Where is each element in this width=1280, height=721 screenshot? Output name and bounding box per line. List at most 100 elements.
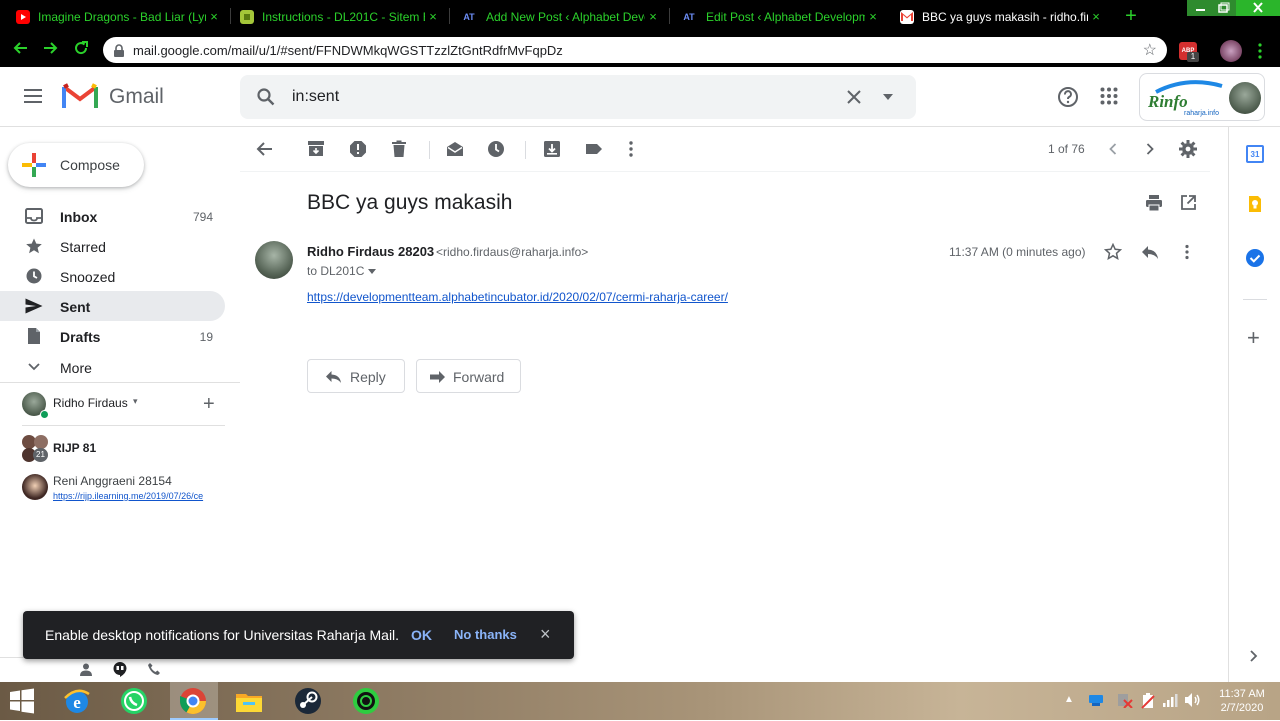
reply-icon[interactable] xyxy=(1141,244,1159,260)
search-bar[interactable] xyxy=(240,75,916,119)
tray-warning-icon[interactable] xyxy=(1117,693,1133,708)
sender-name[interactable]: Ridho Firdaus 28203 xyxy=(307,244,434,259)
toolbar-separator xyxy=(525,141,526,159)
forward-button[interactable] xyxy=(40,39,62,61)
whatsapp-icon[interactable] xyxy=(119,686,149,716)
new-tab-button[interactable]: + xyxy=(1120,4,1142,28)
sidebar-item-sent[interactable]: Sent xyxy=(0,291,225,321)
bookmark-star-icon[interactable]: ☆ xyxy=(1143,40,1157,60)
sidebar-item-inbox[interactable]: Inbox 794 xyxy=(0,201,225,231)
browser-tab-edit-post[interactable]: AT Edit Post ‹ Alphabet Developme × xyxy=(664,0,889,33)
sidebar-item-starred[interactable]: Starred xyxy=(0,231,225,261)
line-app-icon[interactable] xyxy=(351,686,381,716)
calendar-icon[interactable]: 31 xyxy=(1246,145,1264,163)
browser-tab-gmail[interactable]: BBC ya guys makasih - ridho.fir × xyxy=(884,0,1112,33)
tab-close-icon[interactable]: × xyxy=(1088,9,1104,24)
avatar xyxy=(34,435,48,449)
move-to-icon[interactable] xyxy=(542,139,562,159)
search-icon[interactable] xyxy=(257,88,275,106)
email-body-link[interactable]: https://developmentteam.alphabetincubato… xyxy=(307,290,728,304)
sidebar-item-snoozed[interactable]: Snoozed xyxy=(0,261,225,291)
open-in-new-window-icon[interactable] xyxy=(1180,194,1197,211)
tasks-icon[interactable] xyxy=(1245,248,1265,268)
status-caret-icon[interactable]: ▾ xyxy=(133,396,138,407)
reload-button[interactable] xyxy=(70,39,92,61)
expand-panel-chevron-icon[interactable] xyxy=(1249,649,1259,663)
back-to-sent-icon[interactable] xyxy=(255,139,275,159)
steam-icon[interactable] xyxy=(293,686,323,716)
close-snackbar-icon[interactable]: × xyxy=(540,624,551,645)
browser-tab-add-post[interactable]: AT Add New Post ‹ Alphabet Develo × xyxy=(444,0,669,33)
trash-icon[interactable] xyxy=(389,139,409,159)
browser-tab-youtube[interactable]: Imagine Dragons - Bad Liar (Lyr × xyxy=(0,0,230,33)
search-input[interactable] xyxy=(292,86,812,108)
internet-explorer-icon[interactable]: e xyxy=(62,686,92,716)
tab-close-icon[interactable]: × xyxy=(645,9,661,24)
archive-icon[interactable] xyxy=(306,139,326,159)
windows-start-icon[interactable] xyxy=(9,688,35,714)
contact-snippet-link[interactable]: https://rijp.ilearning.me/2019/07/26/ce xyxy=(53,491,225,501)
chevron-left-icon[interactable] xyxy=(1103,139,1123,159)
clear-search-icon[interactable] xyxy=(846,89,862,105)
gmail-logo-icon[interactable] xyxy=(62,83,98,110)
show-details-caret-icon[interactable] xyxy=(368,269,376,274)
hangouts-contact[interactable]: Reni Anggraeni 28154 https://rijp.ilearn… xyxy=(0,471,240,507)
account-switcher[interactable]: Rinfo raharja.info xyxy=(1139,73,1265,121)
mark-unread-icon[interactable] xyxy=(445,139,465,159)
print-icon[interactable] xyxy=(1145,194,1163,212)
phone-icon[interactable] xyxy=(147,662,161,676)
get-addons-plus-icon[interactable]: + xyxy=(1247,327,1260,349)
profile-avatar[interactable] xyxy=(1220,40,1242,62)
sidebar-item-drafts[interactable]: Drafts 19 xyxy=(0,321,225,351)
tab-close-icon[interactable]: × xyxy=(865,9,881,24)
help-icon[interactable] xyxy=(1057,86,1079,108)
search-options-icon[interactable] xyxy=(883,94,893,100)
address-bar[interactable]: mail.google.com/mail/u/1/#sent/FFNDWMkqW… xyxy=(103,37,1167,63)
star-message-icon[interactable] xyxy=(1104,243,1122,261)
taskbar-clock[interactable]: 11:37 AM 2/7/2020 xyxy=(1210,687,1274,715)
hangouts-icon[interactable] xyxy=(112,661,128,678)
new-conversation-icon[interactable]: + xyxy=(203,393,215,416)
svg-text:e: e xyxy=(73,693,81,712)
sidebar-item-more[interactable]: More xyxy=(0,352,225,382)
tab-close-icon[interactable]: × xyxy=(425,9,441,24)
forward-button[interactable]: Forward xyxy=(416,359,521,393)
back-button[interactable] xyxy=(9,39,31,61)
settings-gear-icon[interactable] xyxy=(1178,139,1198,159)
reply-button[interactable]: Reply xyxy=(307,359,405,393)
label-icon[interactable] xyxy=(584,139,604,159)
more-actions-icon[interactable] xyxy=(621,139,641,159)
browser-menu-icon[interactable] xyxy=(1258,43,1262,59)
no-thanks-button[interactable]: No thanks xyxy=(454,627,517,642)
main-menu-icon[interactable] xyxy=(24,89,42,103)
file-explorer-icon[interactable] xyxy=(234,686,264,716)
person-icon[interactable] xyxy=(80,663,92,676)
enable-notifications-button[interactable]: OK xyxy=(411,627,432,643)
youtube-icon xyxy=(16,9,30,24)
avatar xyxy=(22,474,48,500)
tray-volume-icon[interactable] xyxy=(1184,692,1201,708)
message-more-icon[interactable] xyxy=(1184,244,1190,260)
tab-close-icon[interactable]: × xyxy=(206,9,222,24)
show-hidden-icons-icon[interactable]: ▲ xyxy=(1064,694,1074,705)
contact-name: RIJP 81 xyxy=(53,441,97,455)
account-logo-subtext: raharja.info xyxy=(1184,110,1220,117)
sender-avatar[interactable] xyxy=(255,241,293,279)
hangouts-contact[interactable]: 21 RIJP 81 xyxy=(0,433,240,463)
tray-network-adapter-icon[interactable] xyxy=(1088,693,1104,707)
taskbar-active-chrome[interactable] xyxy=(170,682,218,720)
browser-tab-instructions[interactable]: Instructions - DL201C - Sitem Ba × xyxy=(224,0,449,33)
tab-title: Edit Post ‹ Alphabet Developme xyxy=(706,9,865,24)
snooze-icon[interactable] xyxy=(486,139,506,159)
report-spam-icon[interactable] xyxy=(348,139,368,159)
account-avatar[interactable] xyxy=(1229,82,1261,114)
tray-signal-icon[interactable] xyxy=(1162,692,1178,708)
tray-battery-icon[interactable] xyxy=(1140,692,1156,709)
keep-icon[interactable] xyxy=(1246,195,1264,213)
compose-button[interactable]: Compose xyxy=(8,143,144,187)
window-close-button[interactable] xyxy=(1236,0,1280,16)
restore-button[interactable] xyxy=(1210,0,1236,16)
chevron-right-icon[interactable] xyxy=(1140,139,1160,159)
hangouts-self[interactable]: Ridho Firdaus ▾ + xyxy=(0,390,240,422)
apps-grid-icon[interactable] xyxy=(1100,87,1118,105)
